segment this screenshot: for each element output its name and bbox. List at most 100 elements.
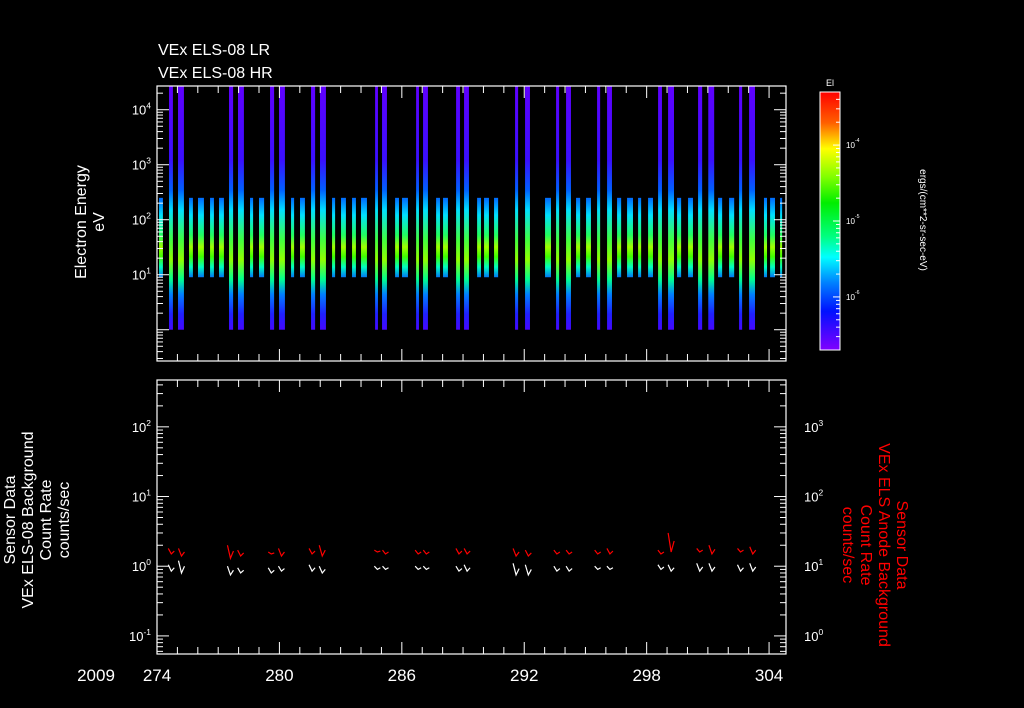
anode-background-rate-mark xyxy=(422,549,430,555)
background-rate-mark xyxy=(749,563,757,573)
spectrogram-bar-high-res xyxy=(464,86,469,330)
left-ylabel-line-2: VEx ELS-08 Background xyxy=(20,432,37,609)
spectrogram-bar-high-res xyxy=(708,86,715,330)
spectrogram-bar-high-res xyxy=(423,86,428,330)
colorbar-label: ergs/(cm**2-sr-sec-eV) xyxy=(917,169,928,271)
spectrogram-bar-low-res xyxy=(718,197,723,278)
anode-background-rate-mark xyxy=(308,548,316,555)
anode-background-rate-mark xyxy=(565,549,573,555)
background-rate-mark xyxy=(422,565,430,571)
left-ylabel: Sensor Data VEx ELS-08 Background Count … xyxy=(2,432,73,609)
background-rate-mark xyxy=(606,565,614,571)
background-rate-mark xyxy=(177,560,186,575)
spectrogram-panel: 101 102 103 104 Electron Energy eV xyxy=(73,85,787,362)
right-ylabel-line-3: Count Rate xyxy=(857,505,874,586)
background-rate-mark xyxy=(512,563,520,577)
spectrogram-bar-high-res xyxy=(607,86,612,330)
spectrogram-bar-high-res xyxy=(169,86,173,330)
y-tick-label: 101 xyxy=(132,266,151,283)
spectrogram-bar-high-res xyxy=(658,86,662,330)
right-y-tick-label: 101 xyxy=(804,557,823,574)
spectrogram-bar-low-res xyxy=(395,197,399,278)
spectrogram-bar-high-res xyxy=(237,86,244,330)
colorbar: El 10-4 10-5 10-6 ergs/(cm**2-sr-sec-eV) xyxy=(819,78,928,351)
colorbar-tick-label: 10-6 xyxy=(846,290,860,302)
anode-background-rate-mark xyxy=(267,551,275,555)
spectrogram-bar-low-res xyxy=(332,197,336,278)
left-y-tick-label: 10-1 xyxy=(129,627,151,644)
background-rate-mark xyxy=(565,565,573,573)
background-rate-mark xyxy=(167,564,175,573)
left-y-tick-label: 100 xyxy=(132,557,151,574)
anode-background-rate-mark xyxy=(512,548,520,558)
spectrogram-bar-high-res xyxy=(515,86,519,330)
spectrogram-bar-high-res xyxy=(556,86,560,330)
spectrogram-bar-low-res xyxy=(402,197,408,278)
anode-background-rate-mark xyxy=(737,548,744,553)
right-ylabel-line-1: Sensor Data xyxy=(893,501,910,590)
spectrogram-bar-low-res xyxy=(638,197,642,278)
figure: VEx ELS-08 LR VEx ELS-08 HR 101 102 103 104… xyxy=(2,42,928,685)
colorbar-tick-label: 10-5 xyxy=(846,214,860,226)
spectrogram-bar-low-res xyxy=(729,197,735,278)
right-y-tick-label: 102 xyxy=(804,488,823,505)
anode-background-rate-mark xyxy=(594,549,602,555)
spectrogram-bar-low-res xyxy=(352,197,356,278)
spectrogram-bar-high-res xyxy=(375,86,378,330)
spectrogram-bar-high-res xyxy=(270,86,275,330)
spectrogram-bar-high-res xyxy=(566,86,571,330)
title-line-2: VEx ELS-08 HR xyxy=(158,65,273,82)
background-rate-mark xyxy=(308,564,316,573)
anode-background-rate-mark xyxy=(708,545,716,556)
anode-background-rate-mark xyxy=(696,548,704,553)
background-rate-mark xyxy=(553,565,561,573)
right-y-tick-label: 103 xyxy=(804,418,823,435)
anode-background-rate-mark xyxy=(414,549,422,555)
spectrogram-bar-low-res xyxy=(210,197,214,278)
background-rate-mark xyxy=(414,565,422,571)
x-tick-label: 292 xyxy=(510,666,538,685)
spectrogram-bar-low-res xyxy=(198,197,204,278)
spectrogram-bar-low-res xyxy=(291,197,295,278)
spectrogram-bar-high-res xyxy=(178,86,184,330)
background-rate-mark xyxy=(657,564,665,571)
spectrogram-bar-low-res xyxy=(259,197,265,278)
anode-background-rate-mark xyxy=(606,548,614,555)
right-ylabel-line-2: VEx ELS Anode Background xyxy=(875,443,892,647)
year-label: 2009 xyxy=(77,666,115,685)
spectrogram-bar-high-res xyxy=(311,86,316,330)
spectrogram-bar-low-res xyxy=(586,197,591,278)
background-rate-mark xyxy=(237,567,245,574)
spectrogram-bar-high-res xyxy=(739,86,743,330)
spectrogram-bar-low-res xyxy=(219,197,224,278)
left-ylabel-line-1: Sensor Data xyxy=(2,475,19,564)
spectrogram-bar-high-res xyxy=(229,86,234,330)
anode-background-rate-mark xyxy=(657,549,665,555)
anode-background-rate-mark xyxy=(463,548,471,555)
anode-background-rate-mark xyxy=(226,545,235,561)
left-y-tick-label: 102 xyxy=(132,418,151,435)
spectrogram-bar-low-res xyxy=(484,197,489,278)
background-frame xyxy=(156,379,787,655)
y-tick-label: 102 xyxy=(132,211,151,228)
x-tick-label: 280 xyxy=(265,666,293,685)
background-panel: 10-1 100 101 102 100 101 102 103 Sensor Data VE… xyxy=(2,379,910,685)
x-tick-label: 298 xyxy=(632,666,660,685)
background-rate-mark xyxy=(318,565,326,575)
spectrogram-bar-low-res xyxy=(576,197,581,278)
spectrogram-bar-high-res xyxy=(279,86,285,330)
anode-background-rate-mark xyxy=(318,545,326,558)
background-rate-mark xyxy=(463,564,471,573)
background-rate-mark xyxy=(696,563,704,573)
right-ylabel-line-4: counts/sec xyxy=(839,507,856,583)
anode-background-rate-mark xyxy=(524,549,532,558)
spectrogram-bar-low-res xyxy=(677,197,682,278)
spectrogram-bar-low-res xyxy=(250,197,254,278)
background-rate-mark xyxy=(594,565,601,571)
spectrogram-ylabel-line-1: Electron Energy xyxy=(73,165,90,279)
background-rate-mark xyxy=(382,565,389,571)
spectrogram-bar-low-res xyxy=(648,197,653,278)
background-rate-mark xyxy=(267,567,275,574)
background-rate-mark xyxy=(708,563,716,573)
anode-background-rate-mark xyxy=(374,549,381,553)
